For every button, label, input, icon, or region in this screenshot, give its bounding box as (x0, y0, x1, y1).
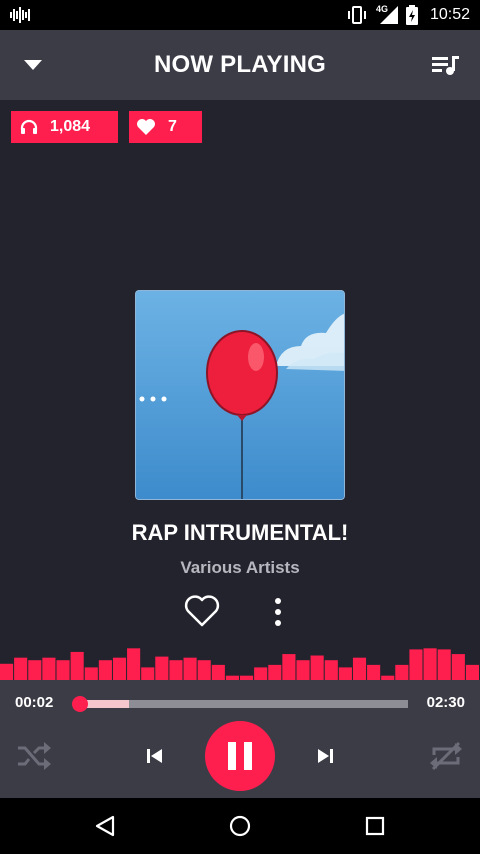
visualizer-bar (296, 660, 310, 680)
visualizer-bar (56, 660, 70, 680)
visualizer-bar (367, 664, 381, 680)
balloon-artwork (136, 291, 344, 499)
album-art (135, 290, 345, 500)
page-title: NOW PLAYING (154, 51, 326, 78)
elapsed-time: 00:02 (15, 694, 54, 711)
visualizer-bar (211, 664, 225, 680)
visualizer-bar (254, 667, 268, 680)
visualizer-bar (395, 664, 409, 680)
visualizer-bar (324, 660, 338, 680)
favorite-button[interactable] (184, 594, 220, 628)
visualizer-bar (70, 651, 84, 680)
like-count: 7 (168, 118, 177, 135)
previous-track-icon[interactable] (144, 746, 166, 766)
status-bar: 4G 10:52 (0, 0, 480, 30)
visualizer-bar (127, 648, 141, 680)
queue-music-icon[interactable] (432, 52, 460, 78)
seek-thumb[interactable] (72, 696, 89, 712)
back-icon[interactable] (93, 814, 117, 838)
visualizer-bar (310, 655, 324, 680)
visualizer-bar (338, 667, 352, 680)
visualizer-bar (98, 660, 112, 680)
seek-bar[interactable] (72, 696, 408, 712)
play-pause-button[interactable] (205, 721, 275, 791)
like-count-badge: 7 (129, 111, 202, 143)
next-track-icon[interactable] (314, 746, 336, 766)
battery-icon (405, 5, 418, 25)
visualizer-bar (141, 667, 155, 680)
visualizer-bar (42, 657, 56, 680)
home-icon[interactable] (228, 814, 252, 838)
visualizer-bar (169, 660, 183, 680)
visualizer-bar (155, 656, 169, 680)
visualizer-bar (451, 654, 465, 680)
visualizer-bar (112, 657, 127, 680)
visualizer-bar (409, 649, 423, 680)
visualizer-bar (197, 660, 211, 680)
repeat-off-icon[interactable] (428, 738, 464, 774)
heart-filled-icon (137, 119, 155, 135)
audio-visualizer (0, 648, 479, 680)
visualizer-bar (465, 664, 479, 680)
pause-icon (228, 742, 252, 770)
visualizer-bar (183, 657, 197, 680)
visualizer-bar (84, 667, 98, 680)
navigation-bar (0, 798, 480, 854)
visualizer-bar (423, 648, 437, 680)
visualizer-bar (14, 657, 28, 680)
vibrate-icon (347, 6, 366, 24)
recents-icon[interactable] (363, 814, 387, 838)
visualizer-bar (352, 657, 367, 680)
total-time: 02:30 (426, 694, 465, 711)
visualizer-bar (437, 649, 451, 680)
visualizer-bar (268, 664, 282, 680)
visualizer-bar (282, 654, 296, 680)
more-options-icon[interactable] (268, 596, 288, 628)
soundwave-icon (10, 7, 30, 23)
app-bar: NOW PLAYING (0, 30, 480, 100)
listen-count-badge: 1,084 (11, 111, 118, 143)
status-time: 10:52 (429, 6, 470, 23)
visualizer-bar (28, 660, 42, 680)
player-controls: 00:02 02:30 (0, 680, 480, 798)
visualizer-bar (0, 663, 14, 680)
shuffle-icon[interactable] (16, 740, 52, 772)
track-title: RAP INTRUMENTAL! (131, 520, 349, 545)
signal-icon: 4G (376, 4, 398, 24)
headphones-icon (20, 119, 38, 134)
track-artist: Various Artists (180, 558, 300, 577)
listen-count: 1,084 (50, 118, 91, 135)
